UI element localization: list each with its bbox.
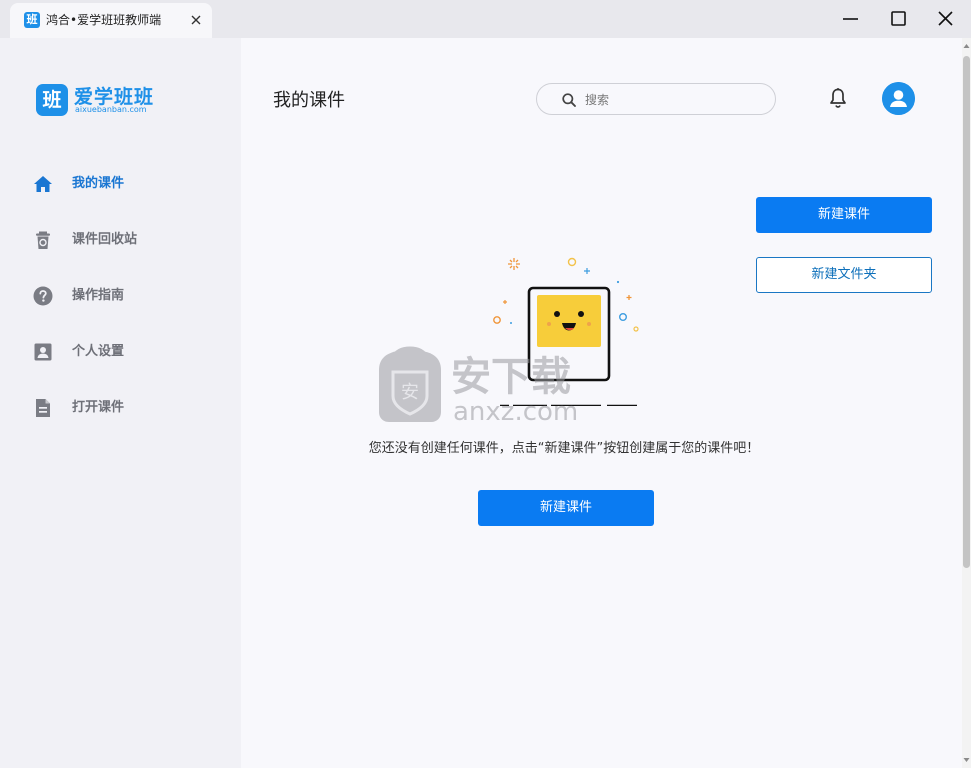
empty-state-message: 您还没有创建任何课件，点击“新建课件”按钮创建属于您的课件吧！	[368, 441, 760, 456]
close-tab-icon[interactable]	[188, 12, 204, 28]
recycle-bin-icon	[36, 231, 50, 249]
sidebar-item-label: 我的课件	[72, 176, 125, 191]
new-courseware-button[interactable]: 新建课件	[756, 197, 932, 233]
sidebar-item-open-courseware[interactable]: 打开课件	[0, 388, 241, 428]
minimize-icon[interactable]	[828, 4, 874, 34]
sidebar-item-label: 打开课件	[72, 400, 125, 415]
home-icon	[34, 176, 52, 192]
notification-bell-icon[interactable]	[827, 87, 849, 109]
close-window-icon[interactable]	[922, 4, 968, 34]
search-box[interactable]	[536, 83, 776, 115]
scrollbar-thumb[interactable]	[963, 56, 970, 568]
title-bar: 班 鸿合•爱学班班教师端	[0, 0, 971, 38]
brand-url: aixuebanban.com	[75, 105, 147, 114]
sidebar-item-my-courseware[interactable]: 我的课件	[0, 164, 241, 204]
sidebar-item-label: 课件回收站	[72, 232, 138, 247]
search-icon	[562, 93, 576, 107]
watermark-char: 安	[401, 382, 419, 403]
maximize-icon[interactable]	[875, 4, 921, 34]
page-title: 我的课件	[273, 90, 345, 111]
sidebar-item-label: 个人设置	[72, 344, 125, 359]
brand-logo-icon: 班	[36, 84, 68, 116]
new-courseware-center-button[interactable]: 新建课件	[478, 490, 654, 526]
avatar[interactable]	[882, 82, 915, 115]
scroll-down-arrow-icon[interactable]	[962, 754, 971, 766]
watermark-domain: anxz.com	[453, 397, 578, 424]
sidebar-item-guide[interactable]: 操作指南	[0, 276, 241, 316]
tab-title: 鸿合•爱学班班教师端	[46, 13, 162, 27]
sidebar-item-settings[interactable]: 个人设置	[0, 332, 241, 372]
sidebar-item-label: 操作指南	[72, 288, 125, 303]
scroll-up-arrow-icon[interactable]	[962, 40, 971, 52]
new-folder-button[interactable]: 新建文件夹	[756, 257, 932, 293]
main-content: 我的课件 新建课件 新建文件夹	[241, 38, 962, 768]
document-icon	[36, 399, 50, 417]
search-input[interactable]	[585, 90, 755, 110]
watermark-logo: 安 安下载 anxz.com	[379, 346, 578, 424]
sidebar: 班 爱学班班 aixuebanban.com 我的课件 课件回收站 操作指南 个…	[0, 38, 241, 768]
window-tab[interactable]: 班 鸿合•爱学班班教师端	[10, 3, 212, 38]
person-card-icon	[34, 343, 52, 361]
watermark-title: 安下载	[451, 354, 571, 400]
sidebar-item-recycle-bin[interactable]: 课件回收站	[0, 220, 241, 260]
app-logo-icon: 班	[24, 12, 40, 28]
help-icon	[33, 286, 53, 306]
